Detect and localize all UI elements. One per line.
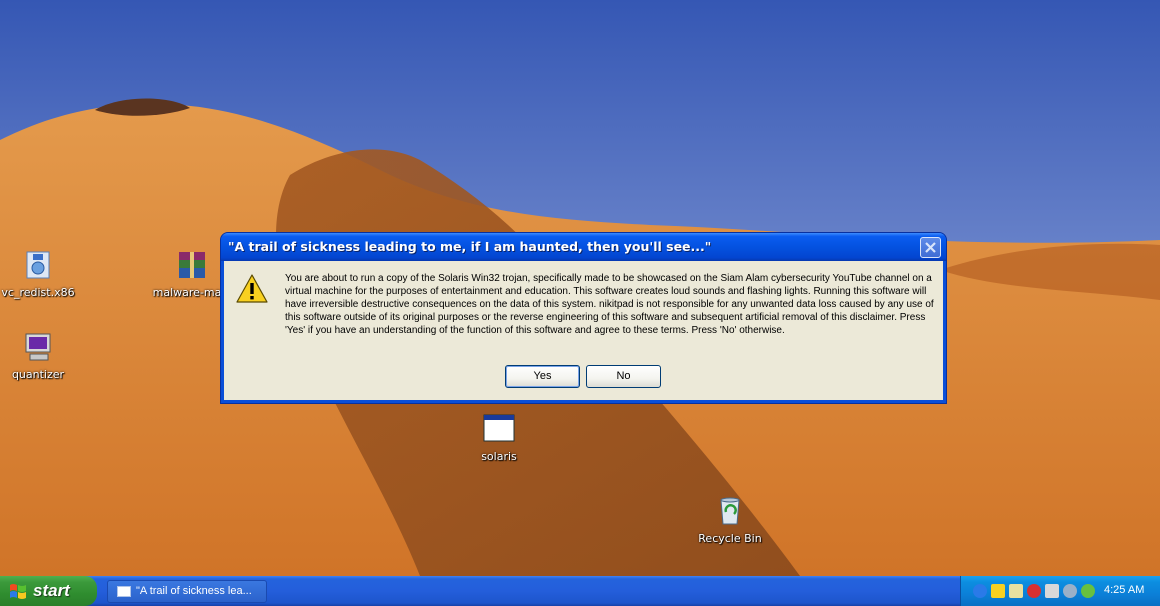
winrar-archive-icon — [175, 248, 209, 282]
desktop-icon-label: solaris — [481, 450, 517, 463]
desktop-icon-label: vc_redist.x86 — [1, 286, 75, 299]
desktop-icon-label: Recycle Bin — [698, 532, 762, 545]
desktop-icon-recycle-bin[interactable]: Recycle Bin — [685, 494, 775, 545]
desktop-icon-solaris[interactable]: solaris — [454, 412, 544, 463]
warning-dialog: "A trail of sickness leading to me, if I… — [221, 233, 946, 403]
dialog-title: "A trail of sickness leading to me, if I… — [228, 239, 712, 254]
dialog-message: You are about to run a copy of the Solar… — [285, 273, 934, 336]
desktop-icon-label: quantizer — [11, 368, 65, 381]
desktop-icon-quantizer[interactable]: quantizer — [0, 330, 83, 381]
warning-icon — [236, 273, 268, 305]
recycle-bin-icon — [713, 494, 747, 528]
window-icon — [117, 586, 131, 597]
start-button[interactable]: start — [0, 576, 97, 606]
system-tray: 4:25 AM — [960, 576, 1160, 606]
windows-logo-icon — [10, 584, 26, 599]
dialog-titlebar[interactable]: "A trail of sickness leading to me, if I… — [221, 233, 946, 261]
yes-button[interactable]: Yes — [505, 365, 580, 388]
taskbar-window-label: "A trail of sickness lea... — [136, 585, 252, 597]
start-label: start — [33, 581, 70, 600]
taskbar: start "A trail of sickness lea... 4:25 A… — [0, 576, 1160, 606]
desktop: vc_redist.x86 malware-main quantizer sol… — [0, 0, 1160, 576]
no-button[interactable]: No — [586, 365, 661, 388]
vmware-icon[interactable] — [1045, 584, 1059, 598]
desktop-icon-vc-redist[interactable]: vc_redist.x86 — [0, 248, 83, 299]
installer-icon — [21, 248, 55, 282]
security-shield-icon[interactable] — [991, 584, 1005, 598]
application-window-icon — [482, 412, 516, 446]
bluetooth-icon[interactable] — [973, 584, 987, 598]
dialog-body: You are about to run a copy of the Solar… — [224, 261, 943, 400]
desktop-icon-label: malware-main — [152, 286, 232, 299]
close-icon — [925, 242, 936, 253]
network-icon[interactable] — [1009, 584, 1023, 598]
speaker-icon[interactable] — [1063, 584, 1077, 598]
computer-program-icon — [21, 330, 55, 364]
antivirus-icon[interactable] — [1027, 584, 1041, 598]
clock[interactable]: 4:25 AM — [1104, 584, 1144, 596]
taskbar-window-button[interactable]: "A trail of sickness lea... — [107, 580, 267, 603]
close-button[interactable] — [920, 237, 941, 258]
sync-icon[interactable] — [1081, 584, 1095, 598]
